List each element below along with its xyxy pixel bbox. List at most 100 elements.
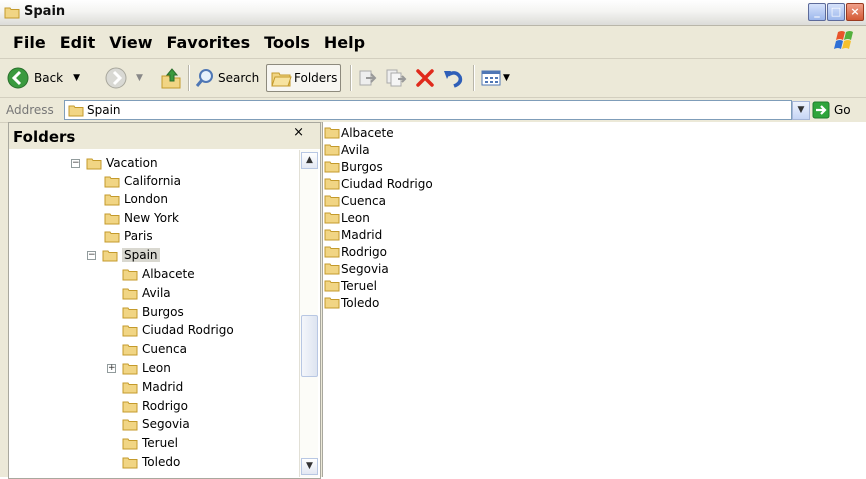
- tree-node-cuenca[interactable]: Cuenca: [122, 340, 187, 358]
- go-button[interactable]: Go: [812, 101, 851, 119]
- scroll-up-button[interactable]: ▲: [301, 152, 318, 169]
- folder-icon: [324, 144, 340, 156]
- search-label: Search: [218, 71, 260, 85]
- maximize-button[interactable]: □: [827, 3, 845, 21]
- folder-icon: [324, 229, 340, 241]
- list-item[interactable]: Toledo: [324, 294, 379, 311]
- folder-icon: [122, 401, 138, 412]
- back-arrow-icon: [7, 67, 29, 89]
- tree-node-spain[interactable]: − Spain: [87, 246, 160, 264]
- undo-button[interactable]: [442, 64, 464, 92]
- folders-label: Folders: [294, 71, 338, 85]
- tree-node-segovia[interactable]: Segovia: [122, 415, 190, 433]
- folders-button[interactable]: Folders: [266, 64, 342, 92]
- folder-icon: [104, 231, 120, 242]
- copy-to-icon: [386, 69, 407, 87]
- folder-icon: [324, 212, 340, 224]
- contents-pane: Albacete Avila Burgos Ciudad Rodrigo Cue…: [322, 122, 866, 477]
- tree-node-avila[interactable]: Avila: [122, 284, 171, 302]
- close-pane-icon[interactable]: ×: [293, 125, 304, 140]
- tree-node-ciudad-rodrigo[interactable]: Ciudad Rodrigo: [122, 321, 234, 339]
- list-item[interactable]: Avila: [324, 141, 370, 158]
- tree-node-teruel[interactable]: Teruel: [122, 434, 178, 452]
- folder-icon: [324, 127, 340, 139]
- list-item[interactable]: Madrid: [324, 226, 382, 243]
- undo-icon: [444, 71, 463, 88]
- tree-scrollbar[interactable]: ▲ ▼: [299, 150, 318, 477]
- folder-icon: [4, 5, 20, 22]
- views-dropdown-icon[interactable]: ▼: [503, 73, 510, 83]
- list-item[interactable]: Cuenca: [324, 192, 386, 209]
- minimize-button[interactable]: _: [808, 3, 826, 21]
- expand-icon[interactable]: +: [107, 363, 116, 373]
- tree-node-leon[interactable]: + Leon: [107, 359, 171, 377]
- forward-dropdown-icon[interactable]: ▼: [136, 73, 143, 83]
- scroll-down-button[interactable]: ▼: [301, 458, 318, 475]
- forward-button[interactable]: ▼: [104, 64, 143, 92]
- folder-icon: [122, 438, 138, 449]
- views-button[interactable]: ▼: [481, 64, 510, 92]
- folder-icon: [122, 288, 138, 299]
- tree-node-california[interactable]: California: [104, 172, 181, 190]
- tree-node-burgos[interactable]: Burgos: [122, 303, 184, 321]
- address-field[interactable]: Spain: [64, 100, 792, 120]
- maximize-icon: □: [830, 5, 842, 18]
- folder-icon: [104, 213, 120, 224]
- search-icon: [195, 69, 213, 87]
- folders-pane-title: Folders: [13, 128, 76, 146]
- scroll-thumb[interactable]: [301, 315, 318, 377]
- list-item[interactable]: Teruel: [324, 277, 377, 294]
- collapse-icon[interactable]: −: [87, 250, 96, 260]
- tree-node-albacete[interactable]: Albacete: [122, 265, 195, 283]
- menu-file[interactable]: File: [6, 31, 53, 54]
- address-dropdown-button[interactable]: ▼: [792, 101, 810, 120]
- close-button[interactable]: ×: [846, 3, 864, 21]
- folder-icon: [122, 363, 138, 374]
- folder-icon: [122, 325, 138, 336]
- list-item[interactable]: Albacete: [324, 124, 394, 141]
- delete-icon: [416, 69, 434, 87]
- tree-node-paris[interactable]: Paris: [104, 227, 153, 245]
- window-title: Spain: [24, 4, 66, 19]
- folder-icon: [102, 250, 118, 261]
- chevron-down-icon: ▼: [306, 461, 313, 471]
- collapse-icon[interactable]: −: [71, 158, 80, 168]
- close-icon: ×: [850, 5, 860, 18]
- move-to-button[interactable]: [357, 64, 379, 92]
- windows-logo-icon: [830, 28, 860, 54]
- menu-favorites[interactable]: Favorites: [159, 31, 257, 54]
- list-item[interactable]: Leon: [324, 209, 370, 226]
- menu-edit[interactable]: Edit: [53, 31, 103, 54]
- delete-button[interactable]: [414, 64, 436, 92]
- title-bar[interactable]: Spain _ □ ×: [0, 0, 866, 26]
- address-bar: Address Spain ▼ Go: [0, 98, 866, 123]
- forward-arrow-icon: [105, 67, 127, 89]
- search-button[interactable]: Search: [194, 64, 259, 92]
- tree-node-new-york[interactable]: New York: [104, 209, 179, 227]
- folders-pane-header: Folders ×: [9, 123, 320, 149]
- back-button[interactable]: Back ▼: [6, 64, 80, 92]
- back-dropdown-icon[interactable]: ▼: [73, 73, 80, 83]
- tree-node-madrid[interactable]: Madrid: [122, 378, 183, 396]
- tree-node-london[interactable]: London: [104, 190, 168, 208]
- tree-node-rodrigo[interactable]: Rodrigo: [122, 397, 188, 415]
- list-item[interactable]: Rodrigo: [324, 243, 387, 260]
- up-folder-button[interactable]: [160, 64, 182, 92]
- folder-icon: [104, 194, 120, 205]
- menu-help[interactable]: Help: [317, 31, 372, 54]
- tree-node-toledo[interactable]: Toledo: [122, 453, 180, 471]
- list-item[interactable]: Ciudad Rodrigo: [324, 175, 433, 192]
- menu-tools[interactable]: Tools: [257, 31, 317, 54]
- up-folder-icon: [161, 68, 181, 89]
- menu-view[interactable]: View: [102, 31, 159, 54]
- folder-icon: [122, 457, 138, 468]
- folder-icon: [324, 263, 340, 275]
- list-item[interactable]: Burgos: [324, 158, 383, 175]
- copy-to-button[interactable]: [385, 64, 407, 92]
- go-arrow-icon: [812, 101, 830, 119]
- list-item[interactable]: Segovia: [324, 260, 389, 277]
- back-label: Back: [34, 71, 64, 85]
- menu-bar: File Edit View Favorites Tools Help: [0, 26, 866, 59]
- tree-node-vacation[interactable]: − Vacation: [71, 154, 158, 172]
- folder-icon: [324, 195, 340, 207]
